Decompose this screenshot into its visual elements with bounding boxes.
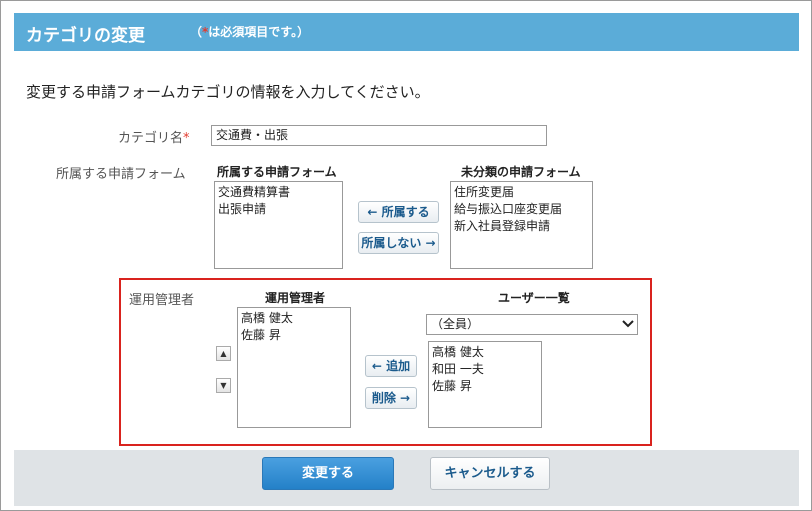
list-item[interactable]: 出張申請 xyxy=(218,201,339,218)
list-item[interactable]: 佐藤 昇 xyxy=(241,327,347,344)
user-list[interactable]: 高橋 健太 和田 一夫 佐藤 昇 xyxy=(428,341,542,428)
list-item[interactable]: 給与振込口座変更届 xyxy=(454,201,589,218)
cancel-button[interactable]: キャンセルする xyxy=(430,457,550,490)
remove-admin-button[interactable]: 削除 → xyxy=(365,387,417,409)
current-admins-list[interactable]: 高橋 健太 佐藤 昇 xyxy=(237,307,351,428)
category-name-input[interactable]: 交通費・出張 xyxy=(211,125,547,146)
list-item[interactable]: 和田 一夫 xyxy=(432,361,538,378)
move-down-button[interactable]: ▼ xyxy=(216,378,231,393)
list-item[interactable]: 交通費精算書 xyxy=(218,184,339,201)
assigned-forms-header: 所属する申請フォーム xyxy=(217,165,337,179)
required-note-text: は必須項目です。） xyxy=(208,25,310,39)
current-admins-header: 運用管理者 xyxy=(265,291,326,305)
page-title: カテゴリの変更 xyxy=(26,26,145,46)
move-up-button[interactable]: ▲ xyxy=(216,346,231,361)
list-item[interactable]: 住所変更届 xyxy=(454,184,589,201)
list-item[interactable]: 高橋 健太 xyxy=(241,310,347,327)
user-filter-value: （全員） xyxy=(431,317,480,331)
assigned-forms-list[interactable]: 交通費精算書 出張申請 xyxy=(214,181,343,269)
unassign-form-button[interactable]: 所属しない → xyxy=(358,232,439,254)
chevron-down-icon xyxy=(622,320,634,328)
submit-button[interactable]: 変更する xyxy=(262,457,394,490)
intro-text: 変更する申請フォームカテゴリの情報を入力してください。 xyxy=(26,83,430,101)
admins-label: 運用管理者 xyxy=(129,293,195,308)
triangle-down-icon: ▼ xyxy=(220,381,227,390)
unassigned-forms-header: 未分類の申請フォーム xyxy=(461,165,581,179)
list-item[interactable]: 高橋 健太 xyxy=(432,344,538,361)
user-list-header: ユーザー一覧 xyxy=(498,291,570,305)
footer-bar: 変更する キャンセルする xyxy=(14,450,799,506)
forms-label: 所属する申請フォーム xyxy=(56,167,186,182)
required-note: （*は必須項目です。） xyxy=(190,23,309,40)
required-note-open: （ xyxy=(190,25,203,39)
unassigned-forms-list[interactable]: 住所変更届 給与振込口座変更届 新入社員登録申請 xyxy=(450,181,593,269)
header-bar: カテゴリの変更 （*は必須項目です。） xyxy=(14,13,799,51)
assign-form-button[interactable]: ← 所属する xyxy=(358,201,439,223)
category-name-label: カテゴリ名* xyxy=(118,127,190,146)
user-filter-select[interactable]: （全員） xyxy=(426,314,638,335)
add-admin-button[interactable]: ← 追加 xyxy=(365,355,417,377)
list-item[interactable]: 佐藤 昇 xyxy=(432,378,538,395)
required-asterisk: * xyxy=(183,131,190,146)
category-name-label-text: カテゴリ名 xyxy=(118,131,184,146)
list-item[interactable]: 新入社員登録申請 xyxy=(454,218,589,235)
triangle-up-icon: ▲ xyxy=(220,349,227,358)
dialog-frame: カテゴリの変更 （*は必須項目です。） 変更する申請フォームカテゴリの情報を入力… xyxy=(0,0,812,511)
